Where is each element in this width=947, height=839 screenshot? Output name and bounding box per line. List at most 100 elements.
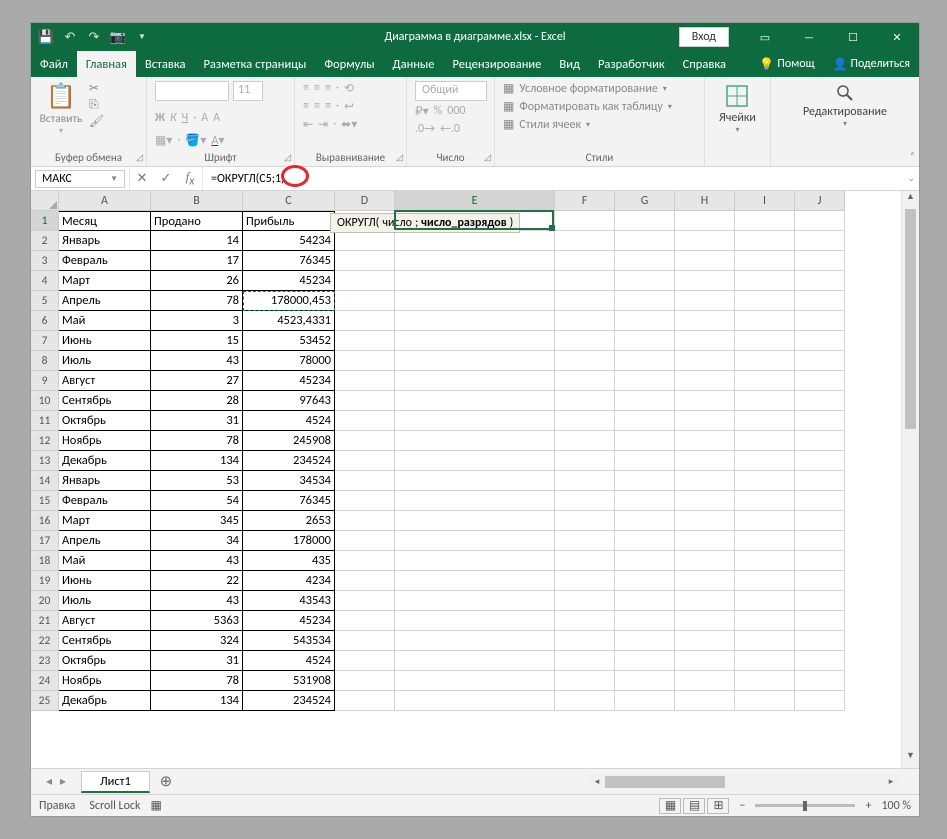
cell[interactable] bbox=[395, 591, 555, 611]
cell[interactable] bbox=[615, 611, 675, 631]
collapse-ribbon-icon[interactable]: ˄ bbox=[910, 149, 915, 162]
cell[interactable]: 53452 bbox=[243, 331, 335, 351]
normal-view-icon[interactable]: ▦ bbox=[659, 798, 681, 814]
cell[interactable] bbox=[735, 491, 795, 511]
cell[interactable]: 2653 bbox=[243, 511, 335, 531]
cell[interactable] bbox=[395, 391, 555, 411]
cell[interactable]: 4523,4331 bbox=[243, 311, 335, 331]
cell[interactable] bbox=[675, 431, 735, 451]
scroll-down-icon[interactable]: ▼ bbox=[902, 750, 919, 768]
cell[interactable] bbox=[735, 631, 795, 651]
cell[interactable]: 134 bbox=[151, 691, 243, 711]
cell[interactable]: 234524 bbox=[243, 691, 335, 711]
column-header-J[interactable]: J bbox=[795, 191, 845, 211]
sheet-nav[interactable]: ◂▸ bbox=[31, 774, 81, 789]
cell[interactable] bbox=[795, 271, 845, 291]
cell[interactable]: 178000 bbox=[243, 531, 335, 551]
cell[interactable]: Сентябрь bbox=[59, 391, 151, 411]
tab-insert[interactable]: Вставка bbox=[136, 51, 195, 77]
cell[interactable] bbox=[615, 391, 675, 411]
cell[interactable] bbox=[395, 331, 555, 351]
row-header-25[interactable]: 25 bbox=[31, 691, 59, 711]
cell[interactable]: 435 bbox=[243, 551, 335, 571]
indent-dec-icon[interactable]: ⇤ bbox=[303, 117, 313, 132]
cell[interactable]: 78 bbox=[151, 671, 243, 691]
row-header-15[interactable]: 15 bbox=[31, 491, 59, 511]
cell[interactable] bbox=[555, 411, 615, 431]
row-header-1[interactable]: 1 bbox=[31, 211, 59, 231]
cell[interactable]: Июнь bbox=[59, 331, 151, 351]
cell[interactable]: Октябрь bbox=[59, 411, 151, 431]
cell[interactable] bbox=[555, 291, 615, 311]
cell[interactable]: 54234 bbox=[243, 231, 335, 251]
cell[interactable]: 178000,453 bbox=[243, 291, 335, 311]
number-format-select[interactable]: Общий bbox=[415, 81, 487, 101]
cut-icon[interactable]: ✂ bbox=[89, 81, 104, 96]
cell[interactable] bbox=[795, 671, 845, 691]
zoom-slider[interactable] bbox=[755, 804, 855, 807]
row-header-13[interactable]: 13 bbox=[31, 451, 59, 471]
cell[interactable]: 54 bbox=[151, 491, 243, 511]
cell[interactable] bbox=[735, 551, 795, 571]
cell[interactable] bbox=[555, 691, 615, 711]
cell[interactable] bbox=[335, 651, 395, 671]
expand-formula-bar[interactable]: ⌄ bbox=[907, 173, 915, 184]
cell[interactable] bbox=[395, 571, 555, 591]
cell[interactable] bbox=[675, 671, 735, 691]
enter-formula-button[interactable]: ✓ bbox=[154, 171, 178, 186]
cell[interactable] bbox=[795, 311, 845, 331]
scroll-left-icon[interactable]: ◂ bbox=[589, 774, 605, 790]
cell[interactable]: Март bbox=[59, 271, 151, 291]
cell[interactable] bbox=[335, 591, 395, 611]
cell[interactable] bbox=[675, 271, 735, 291]
cell[interactable] bbox=[735, 371, 795, 391]
cell[interactable]: 345 bbox=[151, 511, 243, 531]
cells-button[interactable]: Ячейки ▾ bbox=[713, 81, 762, 137]
cell[interactable] bbox=[615, 451, 675, 471]
cell[interactable] bbox=[395, 351, 555, 371]
cell[interactable] bbox=[795, 551, 845, 571]
cell[interactable] bbox=[395, 431, 555, 451]
cell[interactable] bbox=[555, 471, 615, 491]
cell[interactable] bbox=[335, 331, 395, 351]
cell[interactable] bbox=[555, 371, 615, 391]
italic-icon[interactable]: К bbox=[170, 111, 177, 125]
cell[interactable] bbox=[735, 271, 795, 291]
cell[interactable]: Июнь bbox=[59, 571, 151, 591]
row-header-21[interactable]: 21 bbox=[31, 611, 59, 631]
cell[interactable] bbox=[335, 231, 395, 251]
macro-record-icon[interactable]: ▦ bbox=[150, 798, 161, 813]
cell[interactable] bbox=[395, 251, 555, 271]
cell[interactable] bbox=[395, 631, 555, 651]
indent-inc-icon[interactable]: ⇥ bbox=[318, 117, 328, 132]
tab-layout[interactable]: Разметка страницы bbox=[194, 51, 315, 77]
cell[interactable] bbox=[795, 291, 845, 311]
align-top-icon[interactable]: ≡ bbox=[303, 81, 309, 96]
cell[interactable] bbox=[675, 631, 735, 651]
row-header-24[interactable]: 24 bbox=[31, 671, 59, 691]
align-center-icon[interactable]: ≡ bbox=[314, 99, 320, 114]
cell[interactable] bbox=[395, 451, 555, 471]
cancel-formula-button[interactable]: ✕ bbox=[130, 171, 154, 186]
cell[interactable] bbox=[735, 571, 795, 591]
row-header-16[interactable]: 16 bbox=[31, 511, 59, 531]
cell[interactable]: Декабрь bbox=[59, 691, 151, 711]
cell[interactable] bbox=[395, 491, 555, 511]
close-button[interactable]: ✕ bbox=[875, 23, 919, 51]
cell[interactable] bbox=[615, 411, 675, 431]
cell[interactable] bbox=[735, 471, 795, 491]
conditional-formatting[interactable]: ▦Условное форматирование▾ bbox=[503, 81, 672, 96]
cell[interactable]: 4524 bbox=[243, 411, 335, 431]
cell[interactable] bbox=[675, 351, 735, 371]
cell[interactable] bbox=[335, 611, 395, 631]
row-header-14[interactable]: 14 bbox=[31, 471, 59, 491]
cell[interactable] bbox=[335, 251, 395, 271]
cell[interactable]: Март bbox=[59, 511, 151, 531]
align-bot-icon[interactable]: ≡ bbox=[325, 81, 331, 96]
cell[interactable]: 5363 bbox=[151, 611, 243, 631]
cell[interactable]: Январь bbox=[59, 471, 151, 491]
cell[interactable]: Февраль bbox=[59, 251, 151, 271]
cell[interactable]: Месяц bbox=[59, 211, 151, 231]
hscroll-thumb[interactable] bbox=[605, 776, 725, 788]
cell[interactable] bbox=[615, 251, 675, 271]
